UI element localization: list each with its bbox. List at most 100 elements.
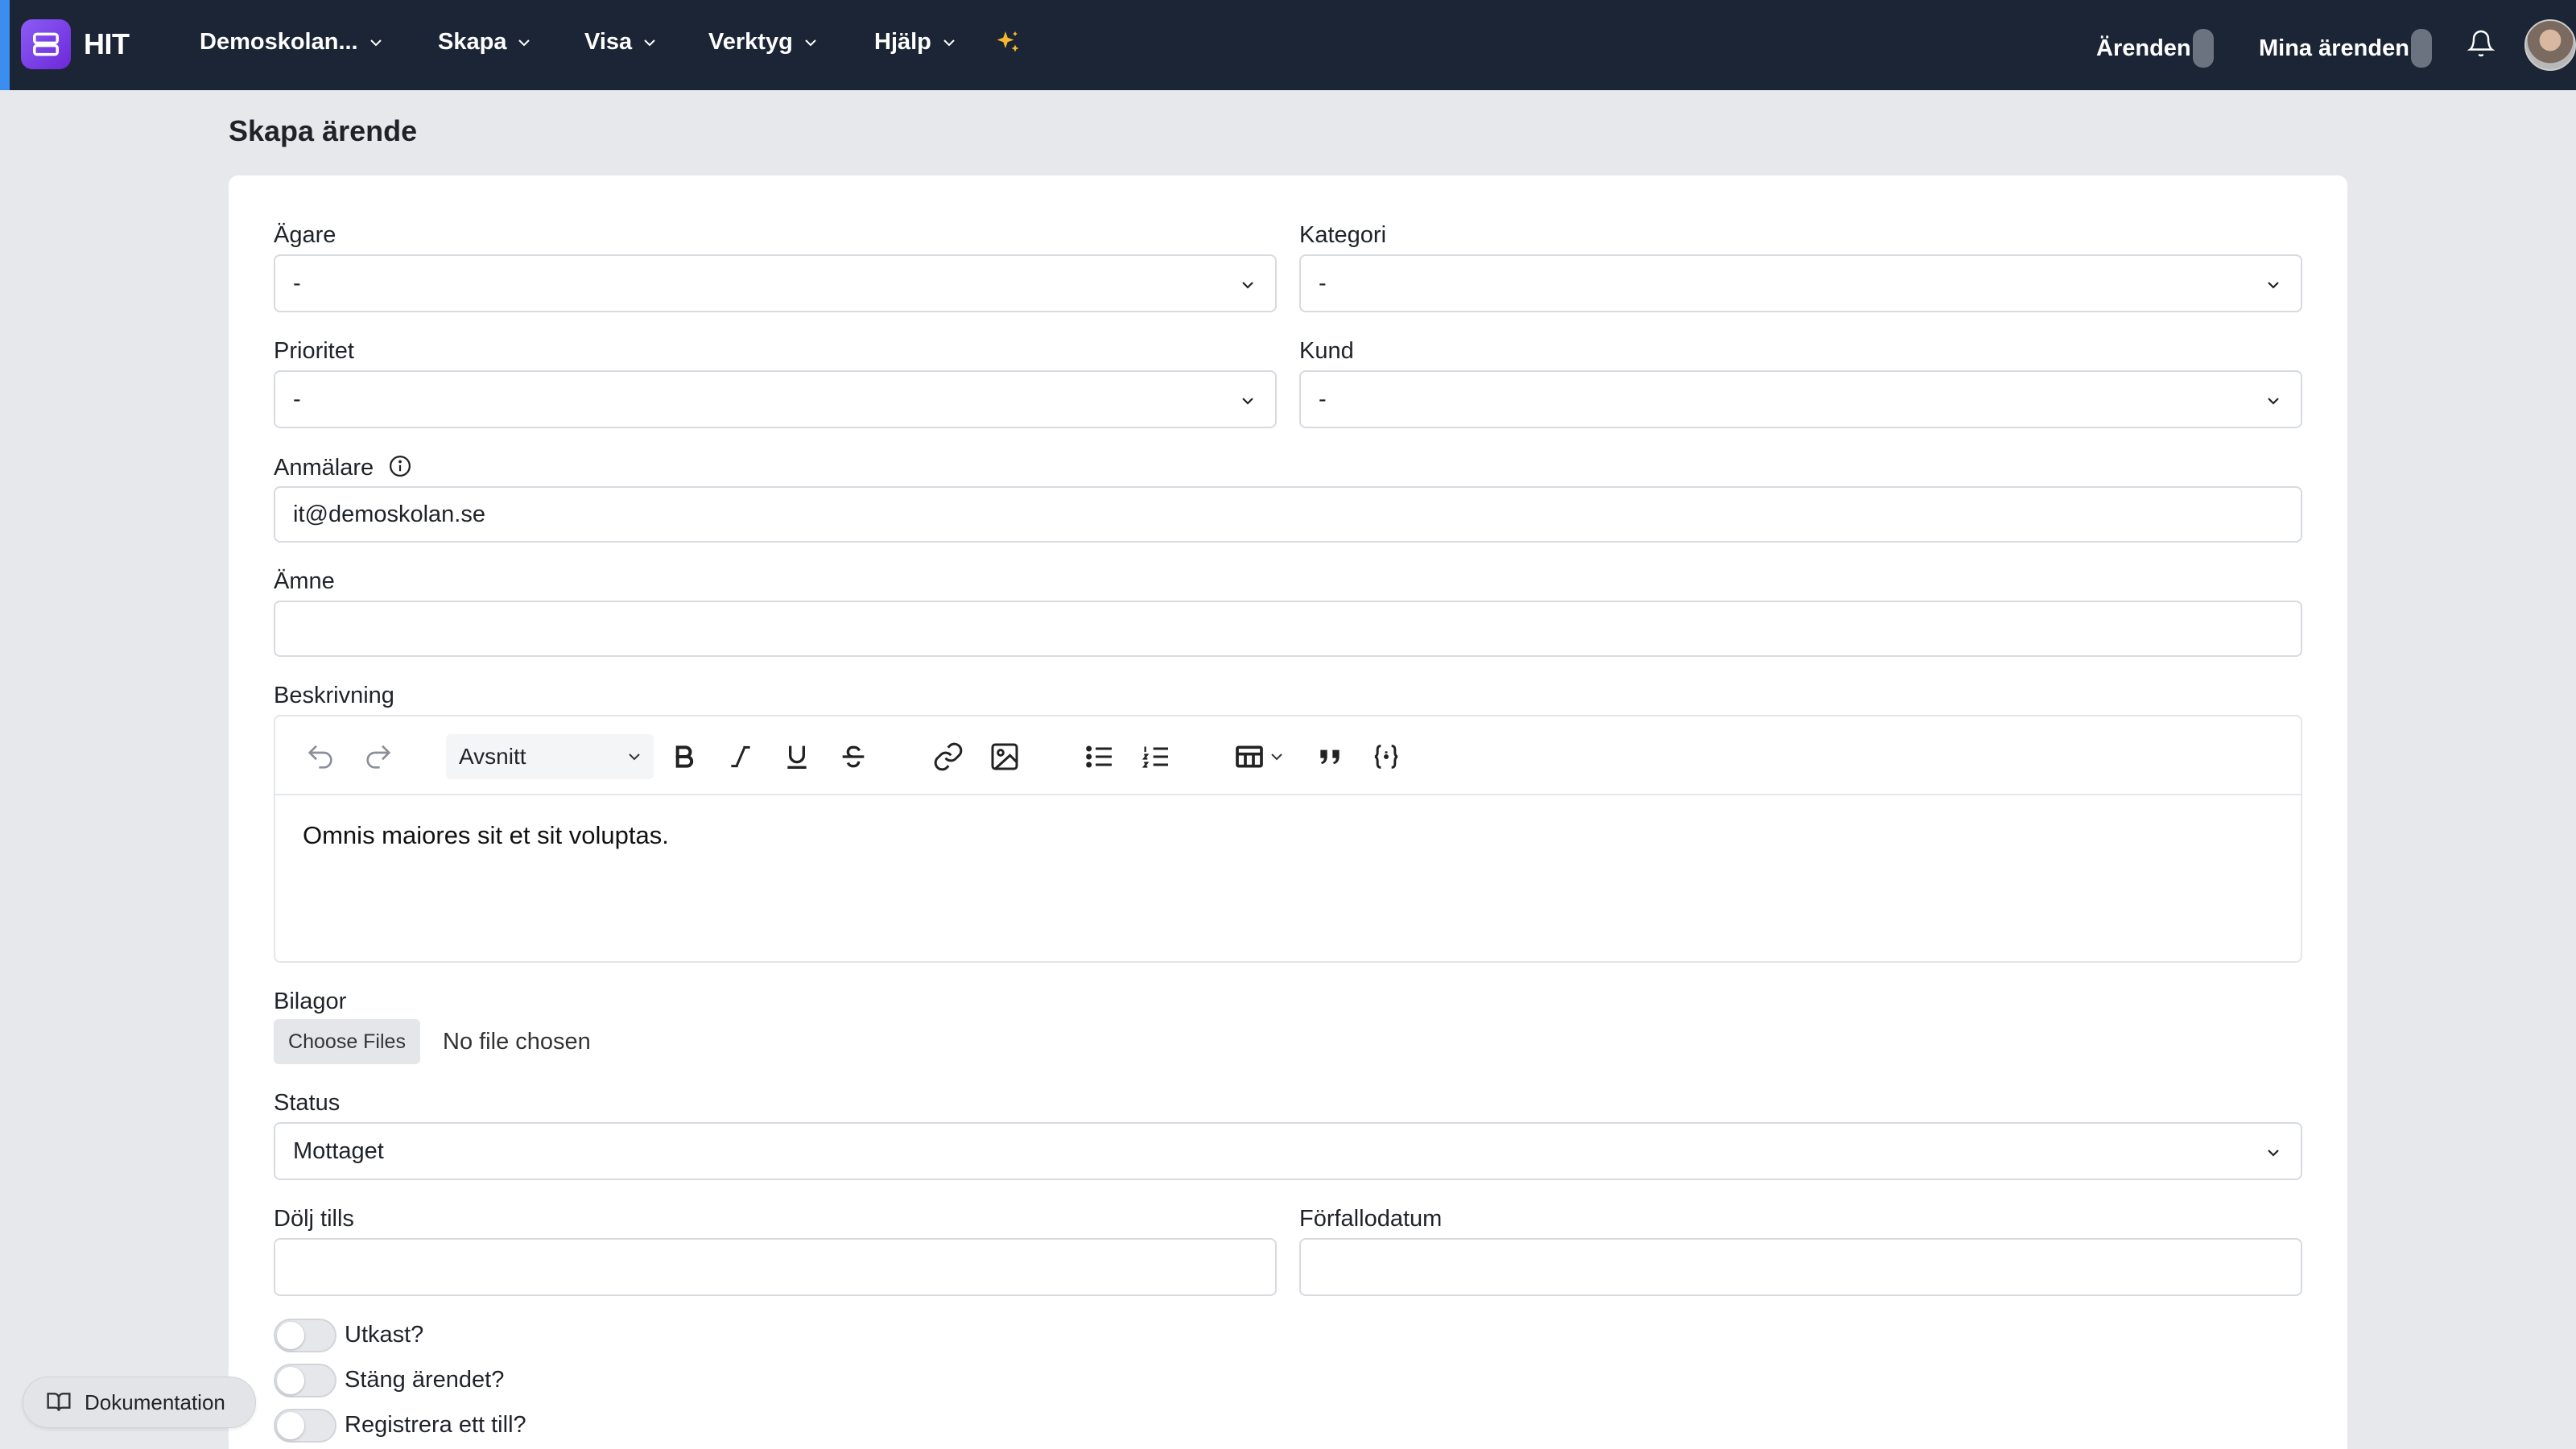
underline-button[interactable]	[781, 741, 813, 773]
nav-view-label: Visa	[584, 29, 633, 55]
my-tickets-count-badge	[2410, 29, 2432, 68]
category-label: Kategori	[1299, 222, 1387, 248]
page-title: Skapa ärende	[229, 114, 418, 147]
hide-until-input[interactable]	[274, 1238, 1277, 1296]
draft-toggle-label: Utkast?	[345, 1322, 424, 1348]
insert-image-button[interactable]	[989, 741, 1021, 773]
chevron-down-icon	[644, 39, 655, 46]
chevron-down-icon	[1242, 282, 1253, 289]
chevron-down-icon	[2268, 282, 2279, 289]
nav-organization-label: Demoskolan...	[200, 29, 358, 55]
top-navbar: HIT Demoskolan... Skapa Visa Verktyg Hjä…	[0, 0, 2576, 90]
strikethrough-button[interactable]	[837, 741, 869, 773]
bullet-list-button[interactable]	[1084, 741, 1116, 773]
nav-view-menu[interactable]: Visa	[584, 29, 659, 56]
description-content[interactable]: Omnis maiores sit et sit voluptas.	[303, 821, 669, 850]
block-format-select[interactable]: Avsnitt	[446, 734, 654, 779]
nav-organization-menu[interactable]: Demoskolan...	[200, 29, 386, 56]
italic-button[interactable]	[724, 741, 757, 773]
link-icon	[934, 742, 963, 771]
reporter-value: it@demoskolan.se	[293, 501, 485, 527]
status-value: Mottaget	[293, 1137, 384, 1164]
chevron-down-icon	[518, 39, 530, 46]
nav-tickets-label: Ärenden	[2096, 35, 2191, 61]
code-braces-icon	[1374, 745, 1398, 769]
user-avatar[interactable]	[2524, 19, 2576, 71]
insert-link-button[interactable]	[932, 741, 964, 773]
nav-help-menu[interactable]: Hjälp	[874, 29, 959, 56]
insert-table-button[interactable]	[1233, 741, 1298, 773]
bold-button[interactable]	[668, 741, 700, 773]
register-another-toggle[interactable]	[274, 1409, 336, 1443]
nav-help-label: Hjälp	[874, 29, 931, 55]
app-name[interactable]: HIT	[84, 27, 130, 61]
redo-icon	[366, 745, 391, 769]
register-another-toggle-label: Registrera ett till?	[345, 1412, 526, 1438]
customer-value: -	[1319, 386, 1327, 412]
subject-label: Ämne	[274, 568, 335, 594]
priority-label: Prioritet	[274, 338, 354, 364]
chevron-down-icon	[369, 39, 382, 46]
nav-tools-label: Verktyg	[708, 29, 793, 55]
undo-icon	[308, 745, 332, 769]
blockquote-button[interactable]	[1314, 741, 1346, 773]
italic-icon	[731, 745, 750, 768]
customer-label: Kund	[1299, 338, 1354, 364]
attachments-label: Bilagor	[274, 989, 347, 1014]
status-label: Status	[274, 1090, 341, 1116]
due-date-input[interactable]	[1299, 1238, 2302, 1296]
nav-tools-menu[interactable]: Verktyg	[708, 29, 820, 56]
chevron-down-icon	[943, 39, 955, 46]
nav-my-tickets-link[interactable]: Mina ärenden	[2259, 29, 2432, 68]
app-logo-icon[interactable]	[21, 19, 71, 69]
hide-until-label: Dölj tills	[274, 1206, 354, 1232]
subject-input[interactable]	[274, 601, 2302, 657]
owner-label: Ägare	[274, 222, 336, 248]
tickets-count-badge	[2192, 29, 2214, 68]
documentation-label: Dokumentation	[85, 1389, 225, 1414]
block-format-value: Avsnitt	[459, 744, 526, 769]
nav-tickets-link[interactable]: Ärenden	[2096, 29, 2214, 68]
bold-icon	[675, 745, 694, 768]
nav-create-menu[interactable]: Skapa	[438, 29, 534, 56]
reporter-input[interactable]: it@demoskolan.se	[274, 486, 2302, 543]
nav-create-label: Skapa	[438, 29, 507, 55]
bell-notification-icon[interactable]	[2467, 29, 2496, 58]
undo-button[interactable]	[304, 741, 336, 773]
description-label: Beskrivning	[274, 683, 394, 708]
owner-select[interactable]: -	[274, 254, 1277, 312]
description-rich-text-editor: Avsnitt Omnis maiores sit et sit volupta…	[274, 715, 2302, 963]
status-select[interactable]: Mottaget	[274, 1122, 2302, 1180]
bullet-list-icon	[1086, 745, 1112, 768]
numbered-list-button[interactable]	[1140, 741, 1172, 773]
reporter-label-wrap: Anmälare	[274, 454, 412, 481]
documentation-button[interactable]: Dokumentation	[23, 1377, 256, 1428]
close-ticket-toggle[interactable]	[274, 1364, 336, 1397]
redo-button[interactable]	[362, 741, 394, 773]
owner-value: -	[293, 270, 301, 296]
priority-select[interactable]: -	[274, 370, 1277, 428]
chevron-down-icon	[805, 39, 816, 46]
chevron-down-icon	[1271, 753, 1282, 761]
due-date-label: Förfallodatum	[1299, 1206, 1443, 1232]
book-open-icon	[47, 1393, 71, 1411]
code-block-button[interactable]	[1370, 741, 1402, 773]
choose-files-button[interactable]: Choose Files	[274, 1019, 420, 1064]
chevron-down-icon	[2268, 398, 2279, 405]
sparkle-ai-icon[interactable]	[993, 29, 1022, 58]
chevron-down-icon	[2268, 1150, 2279, 1157]
numbered-list-icon	[1142, 746, 1168, 768]
reporter-label: Anmälare	[274, 455, 374, 481]
draft-toggle[interactable]	[274, 1319, 336, 1352]
underline-icon	[787, 745, 807, 769]
category-value: -	[1319, 270, 1327, 296]
chevron-down-icon	[629, 753, 640, 761]
nav-my-tickets-label: Mina ärenden	[2259, 35, 2409, 61]
customer-select[interactable]: -	[1299, 370, 2302, 428]
image-icon	[991, 743, 1018, 770]
priority-value: -	[293, 386, 301, 412]
close-ticket-toggle-label: Stäng ärendet?	[345, 1367, 505, 1393]
file-status-text: No file chosen	[443, 1029, 591, 1055]
info-icon[interactable]	[388, 454, 412, 478]
category-select[interactable]: -	[1299, 254, 2302, 312]
